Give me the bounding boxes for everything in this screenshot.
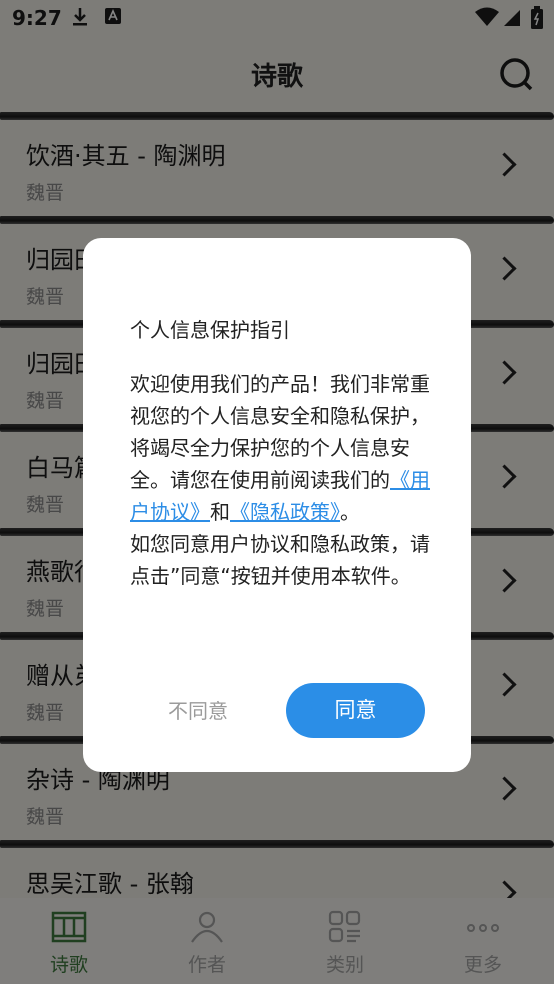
dialog-body: 欢迎使用我们的产品！我们非常重视您的个人信息安全和隐私保护，将竭尽全力保护您的个… — [130, 368, 430, 592]
dialog-paragraph-2: 如您同意用户协议和隐私政策，请点击”同意“按钮并使用本软件。 — [130, 532, 430, 588]
dialog-paragraph-1: 欢迎使用我们的产品！我们非常重视您的个人信息安全和隐私保护，将竭尽全力保护您的个… — [130, 368, 430, 528]
dialog-text: 欢迎使用我们的产品！我们非常重视您的个人信息安全和隐私保护，将竭尽全力保护您的个… — [130, 372, 430, 492]
disagree-button[interactable]: 不同意 — [139, 684, 257, 738]
dialog-title: 个人信息保护指引 — [130, 318, 290, 342]
dialog-text-and: 和 — [210, 500, 230, 524]
dialog-text-period: 。 — [340, 500, 360, 524]
privacy-policy-link[interactable]: 《隐私政策》 — [230, 500, 340, 524]
agree-button[interactable]: 同意 — [286, 683, 425, 738]
privacy-dialog: 个人信息保护指引 欢迎使用我们的产品！我们非常重视您的个人信息安全和隐私保护，将… — [83, 238, 471, 772]
